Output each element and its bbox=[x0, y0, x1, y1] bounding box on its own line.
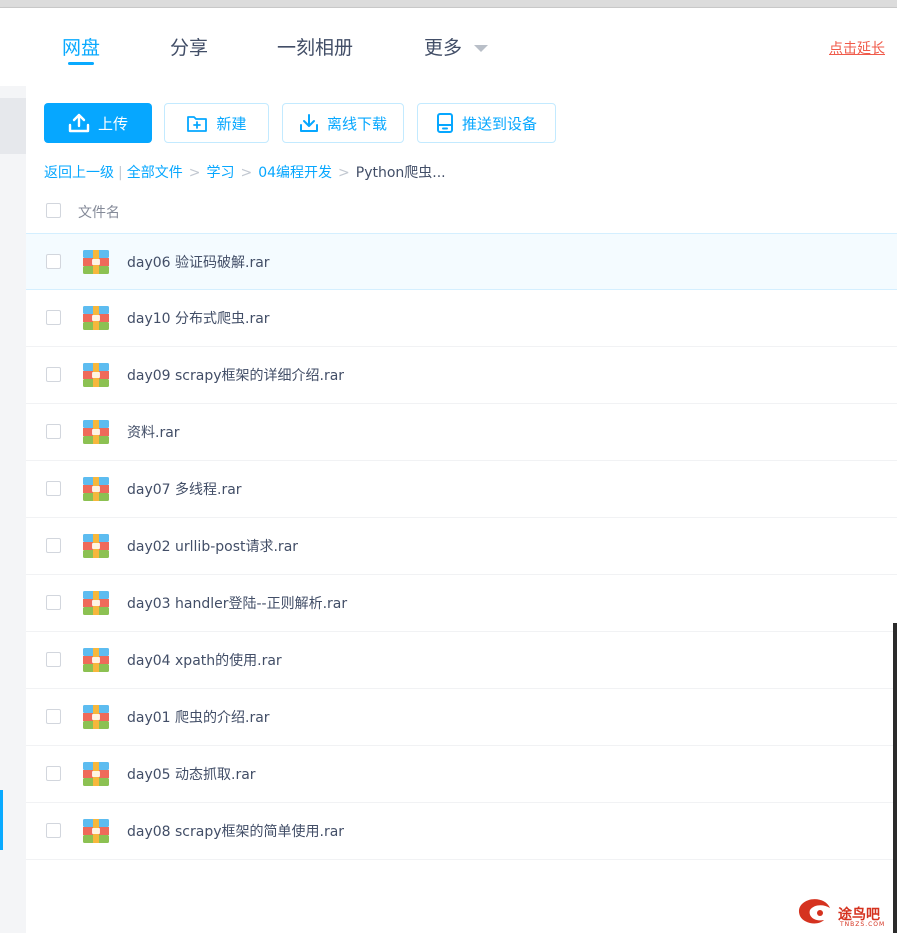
breadcrumb-item[interactable]: 全部文件 bbox=[127, 165, 183, 181]
row-checkbox[interactable] bbox=[46, 481, 61, 496]
table-row[interactable]: day02 urllib-post请求.rar bbox=[26, 518, 897, 575]
table-row[interactable]: day07 多线程.rar bbox=[26, 461, 897, 518]
table-row[interactable]: day10 分布式爬虫.rar bbox=[26, 290, 897, 347]
rar-archive-icon bbox=[83, 250, 109, 274]
row-checkbox[interactable] bbox=[46, 595, 61, 610]
breadcrumb-separator: > bbox=[240, 165, 253, 181]
rar-archive-icon bbox=[83, 534, 109, 558]
sidebar-active-marker bbox=[0, 790, 3, 850]
rar-archive-icon bbox=[83, 648, 109, 672]
new-folder-button[interactable]: 新建 bbox=[164, 103, 269, 143]
table-row[interactable]: day09 scrapy框架的详细介绍.rar bbox=[26, 347, 897, 404]
row-checkbox[interactable] bbox=[46, 652, 61, 667]
new-label: 新建 bbox=[216, 114, 247, 133]
tab-more-label: 更多 bbox=[424, 37, 463, 59]
push-to-device-label: 推送到设备 bbox=[461, 114, 537, 133]
file-list: day06 验证码破解.rar day10 分布式爬虫.rar day09 scra… bbox=[26, 233, 897, 860]
row-checkbox[interactable] bbox=[46, 823, 61, 838]
file-name[interactable]: day08 scrapy框架的简单使用.rar bbox=[127, 821, 344, 841]
rar-archive-icon bbox=[83, 819, 109, 843]
upload-button[interactable]: 上传 bbox=[44, 103, 152, 143]
row-checkbox[interactable] bbox=[46, 538, 61, 553]
file-name[interactable]: day09 scrapy框架的详细介绍.rar bbox=[127, 365, 344, 385]
file-name[interactable]: 资料.rar bbox=[127, 422, 180, 442]
breadcrumb-item[interactable]: 学习 bbox=[206, 165, 234, 181]
file-name[interactable]: day10 分布式爬虫.rar bbox=[127, 308, 270, 328]
table-row[interactable]: day04 xpath的使用.rar bbox=[26, 632, 897, 689]
active-tab-indicator bbox=[68, 62, 94, 65]
select-all-checkbox[interactable] bbox=[46, 203, 61, 218]
row-checkbox[interactable] bbox=[46, 424, 61, 439]
file-name[interactable]: day01 爬虫的介绍.rar bbox=[127, 707, 270, 727]
file-name[interactable]: day07 多线程.rar bbox=[127, 479, 242, 499]
upload-icon bbox=[68, 113, 90, 133]
rar-archive-icon bbox=[83, 591, 109, 615]
table-row[interactable]: day03 handler登陆--正则解析.rar bbox=[26, 575, 897, 632]
rar-archive-icon bbox=[83, 306, 109, 330]
row-checkbox[interactable] bbox=[46, 766, 61, 781]
new-folder-icon bbox=[187, 116, 208, 132]
window-edge bbox=[893, 623, 897, 933]
rar-archive-icon bbox=[83, 762, 109, 786]
rar-archive-icon bbox=[83, 477, 109, 501]
chevron-down-icon bbox=[474, 45, 489, 52]
file-name[interactable]: day04 xpath的使用.rar bbox=[127, 650, 282, 670]
file-name[interactable]: day05 动态抓取.rar bbox=[127, 764, 256, 784]
device-icon bbox=[436, 113, 453, 133]
breadcrumb-item[interactable]: 04编程开发 bbox=[258, 165, 332, 181]
watermark-site: TNBZS.COM bbox=[840, 921, 886, 928]
breadcrumb-current: Python爬虫... bbox=[355, 165, 446, 181]
breadcrumb-separator: > bbox=[188, 165, 201, 181]
rar-archive-icon bbox=[83, 705, 109, 729]
promo-link[interactable]: 点击延长 bbox=[829, 38, 885, 58]
table-row[interactable]: day08 scrapy框架的简单使用.rar bbox=[26, 803, 897, 860]
breadcrumb: 返回上一级 | 全部文件 > 学习 >04编程开发 > Python爬虫... bbox=[44, 162, 446, 182]
table-row[interactable]: day01 爬虫的介绍.rar bbox=[26, 689, 897, 746]
table-row[interactable]: day05 动态抓取.rar bbox=[26, 746, 897, 803]
rar-archive-icon bbox=[83, 363, 109, 387]
left-sidebar bbox=[0, 86, 26, 933]
breadcrumb-back[interactable]: 返回上一级 bbox=[44, 165, 114, 181]
row-checkbox[interactable] bbox=[46, 367, 61, 382]
rar-archive-icon bbox=[83, 420, 109, 444]
offline-download-label: 离线下载 bbox=[326, 114, 387, 133]
offline-download-button[interactable]: 离线下载 bbox=[282, 103, 404, 143]
file-list-header: 文件名 bbox=[44, 200, 897, 224]
top-nav: 网盘 分享 一刻相册 更多 点击延长 bbox=[0, 8, 897, 86]
push-to-device-button[interactable]: 推送到设备 bbox=[417, 103, 556, 143]
file-name[interactable]: day03 handler登陆--正则解析.rar bbox=[127, 593, 347, 613]
row-checkbox[interactable] bbox=[46, 310, 61, 325]
window-top-strip bbox=[0, 0, 897, 8]
row-checkbox[interactable] bbox=[46, 709, 61, 724]
breadcrumb-separator: > bbox=[338, 165, 350, 181]
upload-label: 上传 bbox=[97, 114, 128, 133]
row-checkbox[interactable] bbox=[46, 254, 61, 269]
column-filename-header[interactable]: 文件名 bbox=[78, 202, 120, 222]
table-row[interactable]: 资料.rar bbox=[26, 404, 897, 461]
file-name[interactable]: day06 验证码破解.rar bbox=[127, 252, 270, 272]
table-row[interactable]: day06 验证码破解.rar bbox=[26, 233, 897, 290]
tab-netdisk[interactable]: 网盘 bbox=[62, 33, 100, 60]
file-name[interactable]: day02 urllib-post请求.rar bbox=[127, 536, 298, 556]
tab-album[interactable]: 一刻相册 bbox=[277, 33, 353, 60]
tab-share[interactable]: 分享 bbox=[170, 33, 208, 60]
download-icon bbox=[299, 114, 318, 132]
sidebar-selected-item[interactable] bbox=[0, 98, 26, 154]
tab-more[interactable]: 更多 bbox=[424, 33, 489, 60]
breadcrumb-divider: | bbox=[118, 165, 123, 181]
